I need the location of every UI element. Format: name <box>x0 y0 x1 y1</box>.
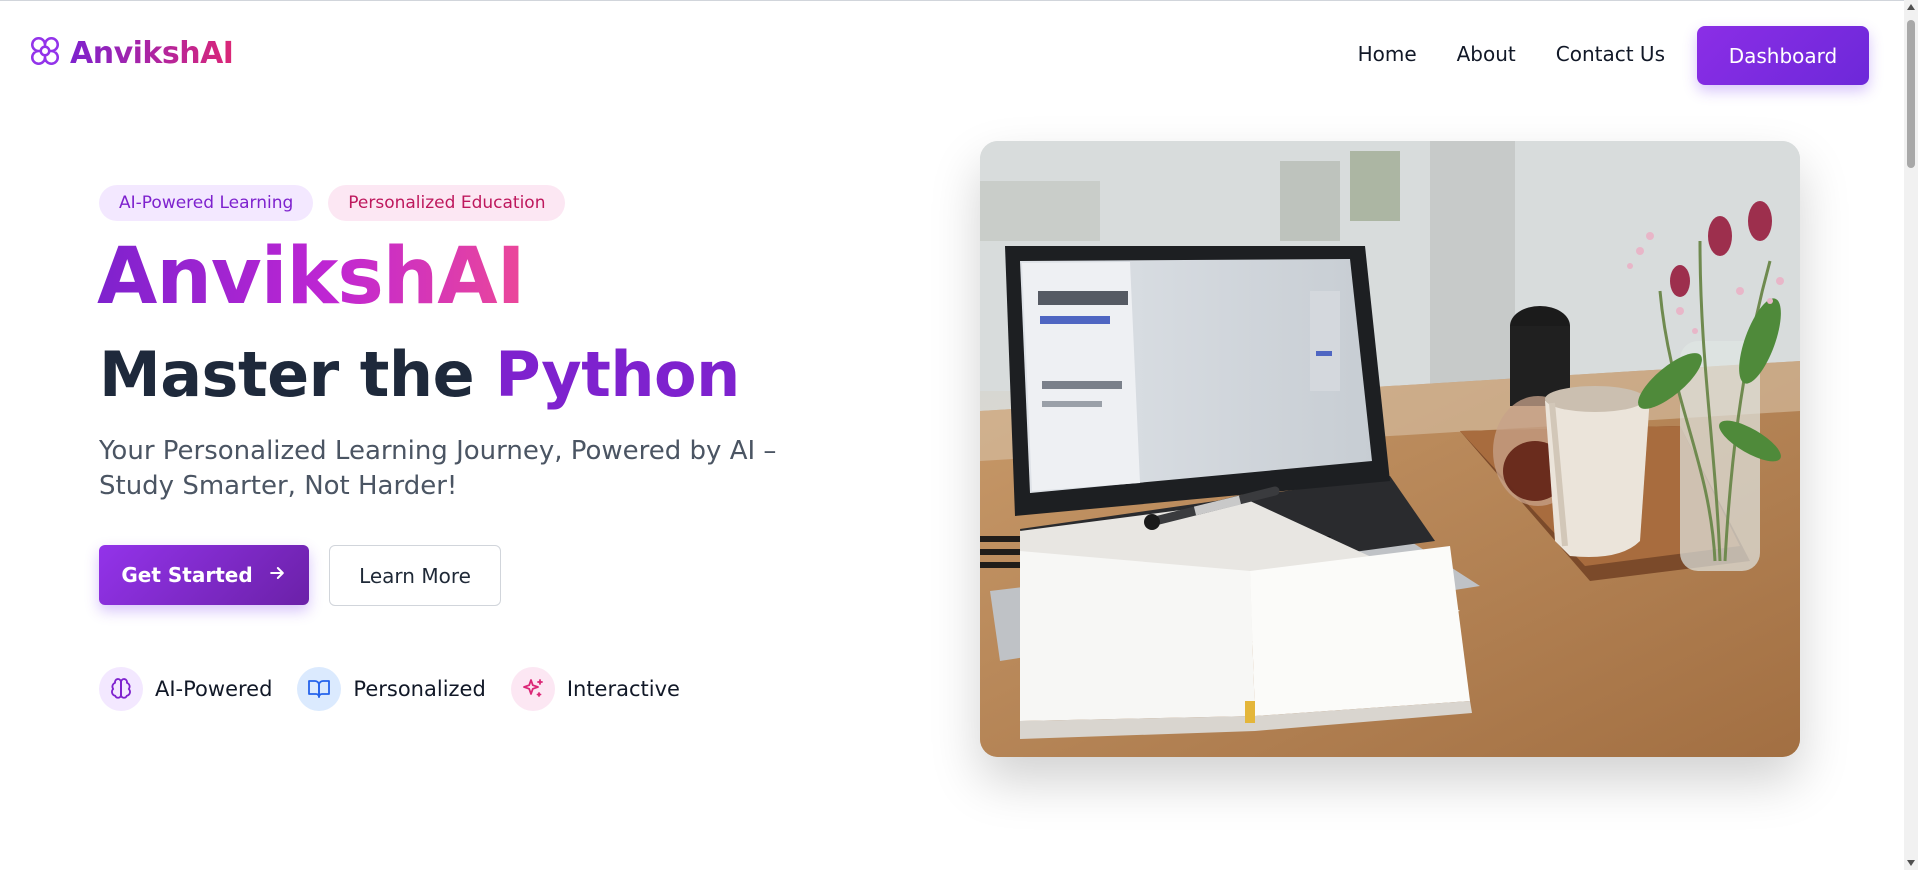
cta-row: Get Started Learn More <box>99 545 501 606</box>
brain-icon <box>99 667 143 711</box>
feature-list: AI-Powered Personalized Interactive <box>99 667 680 711</box>
tag-personalized-education: Personalized Education <box>328 185 566 221</box>
vertical-scrollbar[interactable] <box>1904 0 1918 870</box>
learn-more-button[interactable]: Learn More <box>329 545 501 606</box>
sparkles-icon <box>510 667 555 711</box>
hero-photo <box>980 141 1800 757</box>
tag-ai-powered-learning: AI-Powered Learning <box>99 185 314 221</box>
feature-label: Interactive <box>566 677 680 701</box>
scroll-up-arrow-icon[interactable] <box>1907 4 1915 10</box>
hero-subtitle-prefix: Master the <box>99 338 496 411</box>
brand-name: AnvikshAI <box>70 35 234 71</box>
hero-subtitle-accent: Python <box>495 338 740 411</box>
dashboard-button[interactable]: Dashboard <box>1697 26 1869 85</box>
book-open-icon <box>297 667 342 711</box>
nav-about-link[interactable]: About <box>1457 42 1516 66</box>
flower-logo-icon <box>28 34 62 72</box>
feature-personalized: Personalized <box>297 667 486 711</box>
feature-interactive: Interactive <box>510 667 680 711</box>
hero-subtitle: Master the Python <box>99 338 740 411</box>
feature-ai-powered: AI-Powered <box>99 667 272 711</box>
get-started-button[interactable]: Get Started <box>99 545 309 605</box>
scroll-thumb[interactable] <box>1907 20 1915 168</box>
get-started-label: Get Started <box>121 563 253 587</box>
nav-contact-link[interactable]: Contact Us <box>1556 42 1665 66</box>
hero-tags: AI-Powered Learning Personalized Educati… <box>99 185 566 221</box>
hero-title: AnvikshAI <box>97 232 526 322</box>
hero-description: Your Personalized Learning Journey, Powe… <box>99 436 777 501</box>
feature-label: Personalized <box>353 677 486 701</box>
arrow-right-icon <box>267 563 287 588</box>
feature-label: AI-Powered <box>155 677 273 701</box>
nav-home-link[interactable]: Home <box>1358 42 1417 66</box>
brand-logo[interactable]: AnvikshAI <box>28 34 234 72</box>
nav-links: Home About Contact Us <box>1358 42 1665 66</box>
scroll-down-arrow-icon[interactable] <box>1907 860 1915 866</box>
navbar: AnvikshAI Home About Contact Us Dashboar… <box>0 0 1904 112</box>
